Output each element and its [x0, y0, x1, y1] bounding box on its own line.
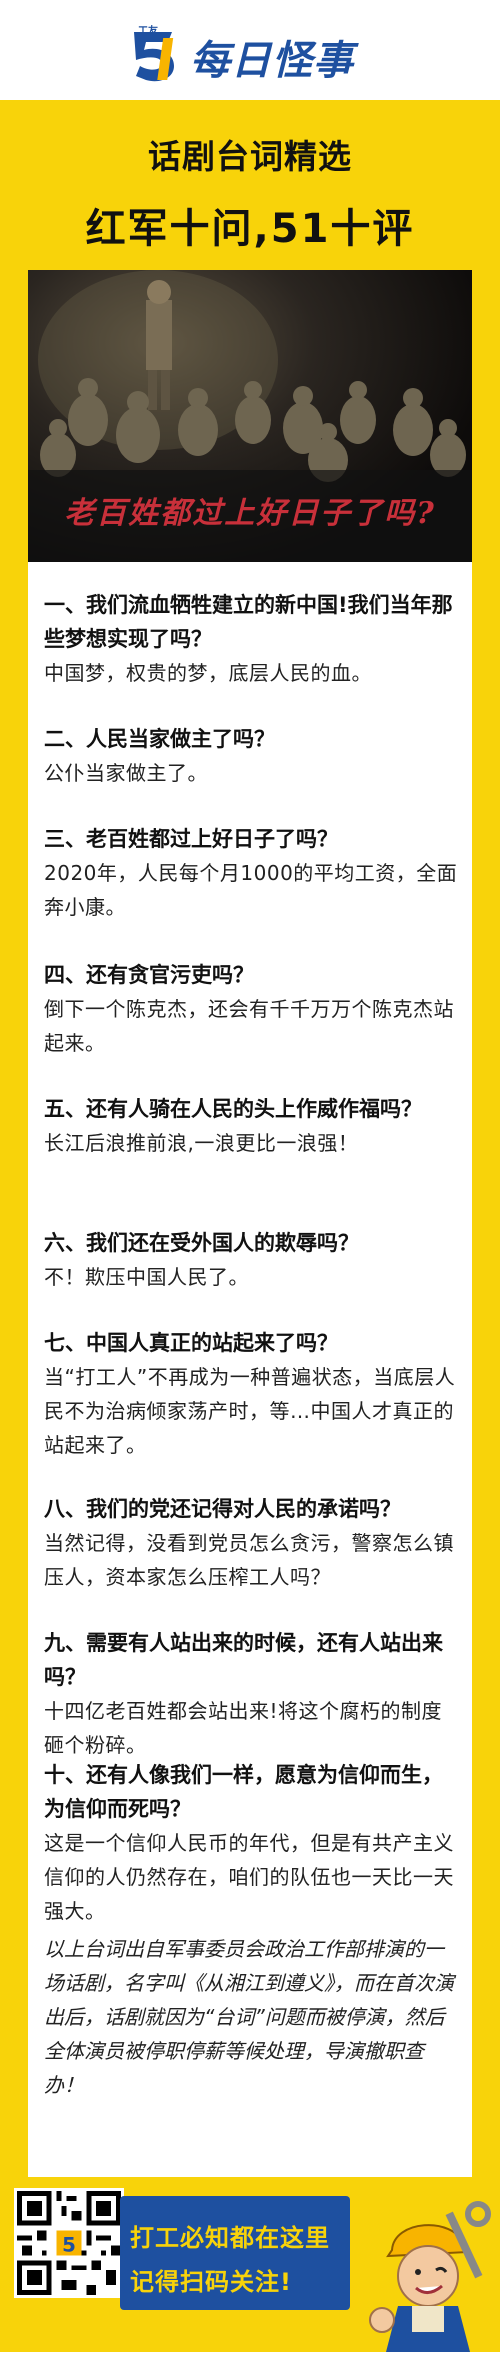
qa-item-6: 六、我们还在受外国人的欺辱吗？ 不！欺压中国人民了。 — [44, 1226, 462, 1294]
slogan-line-2: 记得扫码关注! — [130, 2268, 292, 2296]
svg-text:5: 5 — [62, 2233, 76, 2256]
qa-item-10: 十、还有人像我们一样，愿意为信仰而生，为信仰而死吗？ 这是一个信仰人民币的年代，… — [44, 1758, 462, 1928]
content-card: 一、我们流血牺牲建立的新中国!我们当年那些梦想实现了吗？ 中国梦，权贵的梦，底层… — [28, 562, 472, 2177]
answer-text: 公仆当家做主了。 — [44, 761, 208, 785]
answer-text: 这是一个信仰人民币的年代，但是有共产主义信仰的人仍然存在，咱们的队伍也一天比一天… — [44, 1831, 454, 1923]
question-text: 九、需要有人站出来的时候，还有人站出来吗？ — [44, 1631, 443, 1689]
worker-mascot-icon — [352, 2180, 500, 2352]
logo-tag: 工友 — [138, 26, 158, 37]
qa-item-1: 一、我们流血牺牲建立的新中国!我们当年那些梦想实现了吗？ 中国梦，权贵的梦，底层… — [44, 588, 462, 690]
slogan-line-1: 打工必知都在这里 — [130, 2224, 330, 2252]
brand-logo[interactable]: 工友 每日怪事 — [128, 18, 388, 84]
qr-code-icon[interactable]: 5 — [14, 2188, 124, 2298]
question-text: 五、还有人骑在人民的头上作威作福吗？ — [44, 1097, 422, 1121]
question-text: 二、人民当家做主了吗？ — [44, 727, 275, 751]
footer: 5 打工必知都在这里 记得扫码关注! — [0, 2180, 500, 2352]
source-note: 以上台词出自军事委员会政治工作部排演的一场话剧，名字叫《从湘江到遵义》，而在首次… — [44, 1937, 454, 2097]
question-text: 十、还有人像我们一样，愿意为信仰而生，为信仰而死吗？ — [44, 1763, 443, 1821]
photo-caption: 老百姓都过上好日子了吗? — [64, 496, 436, 531]
answer-text: 当“打工人”不再成为一种普遍状态，当底层人民不为治病倾家荡产时，等…中国人才真正… — [44, 1365, 456, 1457]
question-text: 六、我们还在受外国人的欺辱吗？ — [44, 1231, 359, 1255]
logo-text: 每日怪事 — [190, 37, 354, 84]
qa-item-3: 三、老百姓都过上好日子了吗？ 2020年，人民每个月1000的平均工资，全面奔小… — [44, 822, 462, 924]
follow-slogan-box: 打工必知都在这里 记得扫码关注! — [120, 2196, 350, 2310]
question-text: 三、老百姓都过上好日子了吗？ — [44, 827, 338, 851]
answer-text: 长江后浪推前浪,一浪更比一浪强！ — [44, 1131, 359, 1155]
qa-item-2: 二、人民当家做主了吗？ 公仆当家做主了。 — [44, 722, 462, 790]
question-text: 四、还有贪官污吏吗？ — [44, 963, 254, 987]
header: 工友 每日怪事 — [0, 0, 500, 100]
qa-item-9: 九、需要有人站出来的时候，还有人站出来吗？ 十四亿老百姓都会站出来!将这个腐朽的… — [44, 1626, 462, 1762]
question-text: 一、我们流血牺牲建立的新中国!我们当年那些梦想实现了吗？ — [44, 593, 453, 651]
answer-text: 中国梦，权贵的梦，底层人民的血。 — [44, 661, 372, 685]
logo-51-icon: 工友 — [128, 18, 182, 84]
question-text: 八、我们的党还记得对人民的承诺吗？ — [44, 1497, 401, 1521]
qa-item-5: 五、还有人骑在人民的头上作威作福吗？ 长江后浪推前浪,一浪更比一浪强！ — [44, 1092, 462, 1160]
qa-item-7: 七、中国人真正的站起来了吗？ 当“打工人”不再成为一种普遍状态，当底层人民不为治… — [44, 1326, 462, 1462]
qa-item-4: 四、还有贪官污吏吗？ 倒下一个陈克杰，还会有千千万万个陈克杰站起来。 — [44, 958, 462, 1060]
article-subtitle: 红军十问,51十评 — [85, 206, 415, 252]
answer-text: 倒下一个陈克杰，还会有千千万万个陈克杰站起来。 — [44, 997, 454, 1055]
article-title: 话剧台词精选 — [148, 137, 352, 176]
answer-text: 十四亿老百姓都会站出来!将这个腐朽的制度砸个粉碎。 — [44, 1699, 443, 1757]
answer-text: 不！欺压中国人民了。 — [44, 1265, 249, 1289]
answer-text: 当然记得，没看到党员怎么贪污，警察怎么镇压人，资本家怎么压榨工人吗？ — [44, 1531, 454, 1589]
article-page: 工友 每日怪事 话剧台词精选 红军十问,51十评 老百姓都过上好日子了吗? 一、… — [0, 0, 500, 2352]
stage-photo: 老百姓都过上好日子了吗? — [28, 270, 472, 562]
question-text: 七、中国人真正的站起来了吗？ — [44, 1331, 338, 1355]
answer-text: 2020年，人民每个月1000的平均工资，全面奔小康。 — [44, 861, 458, 919]
qa-item-8: 八、我们的党还记得对人民的承诺吗？ 当然记得，没看到党员怎么贪污，警察怎么镇压人… — [44, 1492, 462, 1594]
